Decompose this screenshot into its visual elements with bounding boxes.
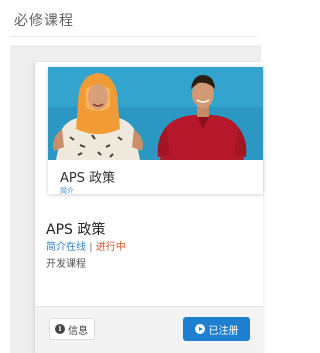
course-thumbnail-image — [48, 67, 263, 160]
section-divider — [10, 36, 257, 37]
card-footer: i 信息 已注册 — [35, 306, 263, 353]
registered-button-label: 已注册 — [208, 325, 239, 337]
section-title: 必修课程 — [14, 13, 74, 29]
status-separator: | — [89, 242, 93, 253]
course-thumbnail-card[interactable]: APS 政策 简介 — [48, 67, 263, 195]
course-type: 开发课程 — [46, 259, 86, 270]
status-online: 简介在线 — [46, 242, 86, 253]
course-title[interactable]: APS 政策 — [46, 219, 105, 239]
info-button-label: 信息 — [68, 325, 88, 337]
course-status: 简介在线 | 进行中 — [46, 238, 126, 253]
thumbnail-course-subtitle: 简介 — [60, 187, 74, 195]
info-icon: i — [55, 324, 65, 334]
thumbnail-course-title: APS 政策 — [60, 171, 116, 186]
status-in-progress: 进行中 — [95, 242, 126, 253]
registered-button[interactable]: 已注册 — [183, 317, 250, 341]
play-circle-icon — [194, 324, 205, 334]
course-card[interactable]: APS 政策 简介 APS 政策 简介在线 | 进行中 开发课程 i 信息 已注… — [34, 62, 263, 353]
info-button[interactable]: i 信息 — [49, 318, 95, 340]
